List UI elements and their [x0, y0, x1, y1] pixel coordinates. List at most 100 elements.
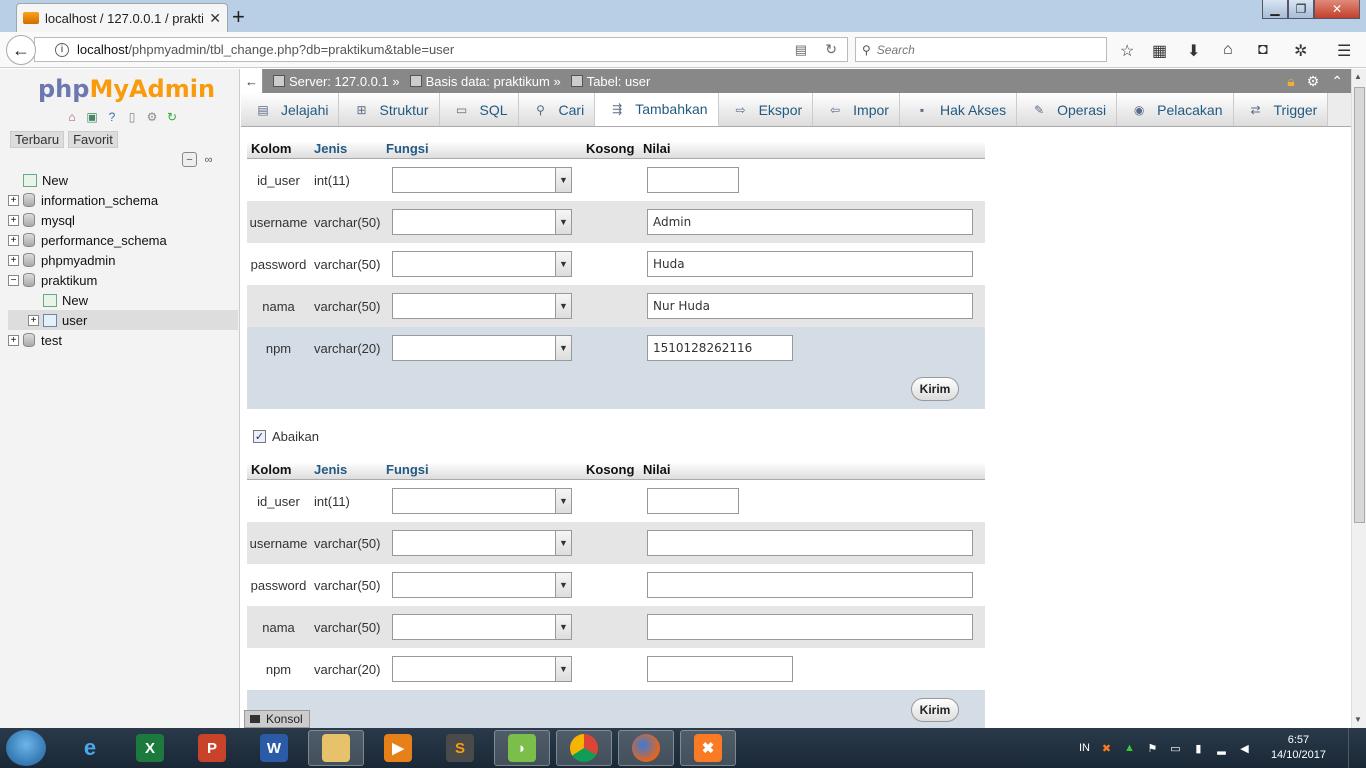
tree-item-New[interactable]: New [8, 170, 238, 190]
value-input-id-user[interactable] [647, 488, 739, 514]
tab-jelajahi[interactable]: ▤ Jelajahi [241, 93, 340, 126]
submit-button[interactable]: Kirim [911, 377, 959, 401]
tree-item-performance-schema[interactable]: + performance_schema [8, 230, 238, 250]
language-indicator[interactable]: IN [1079, 742, 1090, 754]
downloads-icon[interactable]: ⬇ [1187, 41, 1200, 61]
close-window-button[interactable]: ✕ [1314, 0, 1360, 19]
function-select[interactable]: ▼ [392, 614, 572, 640]
expand-icon[interactable]: + [8, 334, 19, 346]
network-icon[interactable]: ▂ [1215, 742, 1228, 755]
header-jenis[interactable]: Jenis [310, 462, 382, 479]
logout-icon[interactable]: ▣ [84, 109, 100, 125]
ignore-option[interactable]: ✓ Abaikan [253, 429, 319, 444]
breadcrumb-table[interactable]: Tabel: user [570, 74, 650, 89]
chevron-down-icon[interactable]: ▼ [555, 657, 571, 681]
tray-triangle-icon[interactable]: ▲ [1123, 742, 1136, 755]
bookmark-star-icon[interactable]: ☆ [1120, 41, 1134, 61]
taskbar-excel[interactable]: X [122, 730, 178, 766]
console-toggle[interactable]: Konsol [244, 710, 310, 728]
vertical-scrollbar[interactable]: ▲ ▼ [1351, 69, 1366, 728]
taskbar-ie[interactable]: e [62, 730, 118, 766]
value-input-npm[interactable] [647, 656, 793, 682]
tab-operasi[interactable]: ✎ Operasi [1017, 93, 1118, 126]
settings-icon[interactable]: ⚙ [1307, 73, 1320, 90]
value-input-npm[interactable]: 1510128262116 [647, 335, 793, 361]
function-select[interactable]: ▼ [392, 293, 572, 319]
function-select[interactable]: ▼ [392, 572, 572, 598]
reading-list-icon[interactable]: ▦ [1152, 41, 1167, 61]
display-icon[interactable]: ▭ [1169, 742, 1182, 755]
action-center-icon[interactable]: ⚑ [1146, 742, 1159, 755]
chevron-down-icon[interactable]: ▼ [555, 489, 571, 513]
value-input-nama[interactable] [647, 614, 973, 640]
taskbar-explorer[interactable] [308, 730, 364, 766]
expand-icon[interactable]: + [28, 314, 39, 326]
recent-tab[interactable]: Terbaru [10, 131, 65, 148]
value-input-id-user[interactable] [647, 167, 739, 193]
scrollbar-thumb[interactable] [1354, 87, 1365, 523]
header-fungsi[interactable]: Fungsi [382, 462, 582, 479]
tab-trigger[interactable]: ⇄ Trigger [1233, 93, 1329, 126]
taskbar-powerpoint[interactable]: P [184, 730, 240, 766]
function-select[interactable]: ▼ [392, 209, 572, 235]
taskbar-sublime[interactable]: S [432, 730, 488, 766]
pocket-icon[interactable]: ◘ [1258, 41, 1268, 59]
tab-hak-akses[interactable]: ▪ Hak Akses [899, 93, 1018, 126]
close-tab-icon[interactable]: ✕ [209, 10, 221, 27]
site-info-icon[interactable]: i [55, 42, 69, 57]
tree-item-New[interactable]: New [8, 290, 238, 310]
chevron-down-icon[interactable]: ▼ [555, 615, 571, 639]
scroll-down-icon[interactable]: ▼ [1354, 715, 1362, 724]
tree-item-mysql[interactable]: + mysql [8, 210, 238, 230]
collapse-icon[interactable]: − [8, 274, 19, 286]
reload-icon[interactable]: ↻ [825, 41, 837, 58]
expand-icon[interactable]: + [8, 214, 19, 226]
tree-item-user[interactable]: + user [8, 310, 238, 330]
home-icon[interactable]: ⌂ [1223, 41, 1233, 59]
power-icon[interactable]: ▮ [1192, 742, 1205, 755]
chevron-down-icon[interactable]: ▼ [555, 531, 571, 555]
chevron-down-icon[interactable]: ▼ [555, 573, 571, 597]
chevron-down-icon[interactable]: ▼ [555, 252, 571, 276]
start-button[interactable] [6, 730, 46, 766]
collapse-panel-icon[interactable]: ← [241, 69, 263, 93]
taskbar-app[interactable]: ◗ [494, 730, 550, 766]
scroll-up-icon[interactable]: ▲ [1354, 72, 1362, 81]
collapse-top-icon[interactable]: ⌃ [1331, 73, 1343, 90]
tab-sql[interactable]: ▭ SQL [439, 93, 519, 126]
tree-item-information-schema[interactable]: + information_schema [8, 190, 238, 210]
maximize-window-button[interactable]: ❐ [1288, 0, 1314, 19]
function-select[interactable]: ▼ [392, 656, 572, 682]
tab-cari[interactable]: ⚲ Cari [518, 93, 596, 126]
docs-icon[interactable]: ▯ [124, 109, 140, 125]
value-input-password[interactable]: Huda [647, 251, 973, 277]
breadcrumb-database[interactable]: Basis data: praktikum » [409, 74, 561, 89]
tab-impor[interactable]: ⇦ Impor [813, 93, 900, 126]
value-input-nama[interactable]: Nur Huda [647, 293, 973, 319]
tree-item-praktikum[interactable]: − praktikum [8, 270, 238, 290]
tab-tambahkan[interactable]: ⇶ Tambahkan [595, 93, 719, 126]
url-text[interactable]: localhost/phpmyadmin/tbl_change.php?db=p… [77, 42, 454, 57]
function-select[interactable]: ▼ [392, 167, 572, 193]
settings-icon[interactable]: ⚙ [144, 109, 160, 125]
address-bar[interactable]: i localhost/phpmyadmin/tbl_change.php?db… [34, 37, 848, 62]
value-input-username[interactable]: Admin [647, 209, 973, 235]
taskbar-xampp[interactable]: ✖ [680, 730, 736, 766]
taskbar-firefox[interactable] [618, 730, 674, 766]
help-icon[interactable]: ? [104, 109, 120, 125]
chevron-down-icon[interactable]: ▼ [555, 210, 571, 234]
volume-icon[interactable]: ◀ [1238, 742, 1251, 755]
chevron-down-icon[interactable]: ▼ [555, 336, 571, 360]
browser-tab[interactable]: localhost / 127.0.0.1 / praktik ✕ [16, 3, 228, 32]
show-desktop-button[interactable] [1348, 728, 1358, 768]
phpmyadmin-logo[interactable]: phpMyAdmin [38, 75, 215, 103]
chevron-down-icon[interactable]: ▼ [555, 168, 571, 192]
expand-icon[interactable]: + [8, 254, 19, 266]
header-fungsi[interactable]: Fungsi [382, 141, 582, 158]
expand-icon[interactable]: + [8, 234, 19, 246]
submit-button[interactable]: Kirim [911, 698, 959, 722]
taskbar-media[interactable]: ▶ [370, 730, 426, 766]
function-select[interactable]: ▼ [392, 530, 572, 556]
minimize-window-button[interactable]: ▁ [1262, 0, 1288, 19]
home-icon[interactable]: ⌂ [64, 109, 80, 125]
